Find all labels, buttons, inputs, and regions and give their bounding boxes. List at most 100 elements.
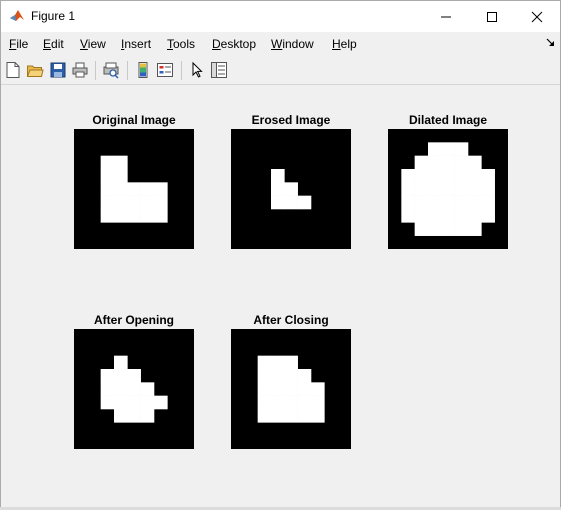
image-pixel [428,209,442,223]
new-figure-icon[interactable] [4,61,22,79]
image-pixel [140,209,155,223]
image-opening [74,329,194,449]
image-pixel [114,169,128,183]
save-icon[interactable] [49,61,67,79]
window-title: Figure 1 [31,9,76,23]
image-pixel [271,355,285,370]
image-pixel [468,195,482,210]
image-pixel [468,169,482,183]
dock-arrow-icon[interactable] [546,38,556,48]
menu-tools[interactable]: Tools [167,37,195,51]
image-pixel [468,209,482,223]
image-pixel [100,209,115,223]
image-pixel [454,155,469,170]
image-pixel [284,369,298,383]
subplot-after-closing[interactable] [231,329,351,449]
menu-desktop-label: esktop [220,37,257,51]
menu-bar: File Edit View Insert Tools Desktop Wind… [1,32,560,56]
menu-insert-label: nsert [124,37,152,51]
title-bar[interactable]: Figure 1 [1,1,560,32]
image-pixel [414,182,429,196]
image-pixel [414,195,429,210]
image-pixel [401,182,415,196]
image-pixel [271,182,285,196]
maximize-button[interactable] [469,1,515,32]
image-pixel [100,169,115,183]
legend-icon[interactable] [156,61,174,79]
image-pixel [414,169,429,183]
subplot-original-image[interactable] [74,129,194,249]
menu-insert[interactable]: Insert [121,37,151,51]
image-pixel [284,395,298,410]
image-pixel [481,195,495,210]
image-pixel [127,382,141,396]
subplot-dilated-image[interactable] [388,129,508,249]
image-pixel [114,155,128,170]
image-pixel [114,195,128,210]
open-file-icon[interactable] [26,61,44,79]
image-eroded [231,129,351,249]
image-pixel [401,209,415,223]
image-pixel [114,182,128,196]
image-pixel [284,409,298,423]
menu-edit[interactable]: Edit [43,37,64,51]
image-pixel [100,155,115,170]
image-pixel [297,195,312,210]
print-icon[interactable] [71,61,89,79]
image-pixel [127,195,141,210]
image-pixel [441,182,455,196]
image-pixel [297,409,312,423]
menu-help-label: elp [340,37,357,51]
image-pixel [154,395,168,410]
close-button[interactable] [514,1,560,32]
image-pixel [284,355,298,370]
image-pixel [441,195,455,210]
image-pixel [401,195,415,210]
image-pixel [100,395,115,410]
image-pixel [127,369,141,383]
image-pixel [271,369,285,383]
image-pixel [468,155,482,170]
image-pixel [454,169,469,183]
subplot-eroded-image[interactable] [231,129,351,249]
image-pixel [154,209,168,223]
image-pixel [481,169,495,183]
property-inspector-icon[interactable] [210,61,228,79]
image-pixel [271,382,285,396]
image-pixel [454,195,469,210]
image-pixel [311,382,325,396]
toolbar [1,57,560,85]
image-pixel [271,409,285,423]
menu-file[interactable]: File [9,37,28,51]
image-pixel [257,369,272,383]
image-pixel [100,182,115,196]
minimize-button[interactable] [423,1,469,32]
menu-window-accel: W [271,37,283,51]
menu-desktop[interactable]: Desktop [212,37,256,51]
subplot-after-opening[interactable] [74,329,194,449]
image-pixel [140,395,155,410]
image-pixel [284,382,298,396]
image-pixel [271,395,285,410]
image-pixel [154,195,168,210]
image-original [74,129,194,249]
close-icon [531,11,543,22]
image-pixel [441,209,455,223]
menu-view[interactable]: View [80,37,106,51]
menu-help[interactable]: Help [332,37,357,51]
image-pixel [414,209,429,223]
image-pixel [100,195,115,210]
menu-view-label: iew [87,37,106,51]
menu-file-label: ile [16,37,29,51]
menu-window[interactable]: Window [271,37,314,51]
image-pixel [454,182,469,196]
print-preview-icon[interactable] [102,61,120,79]
image-pixel [271,195,285,210]
colorbar-icon[interactable] [134,61,152,79]
image-pixel [297,395,312,410]
image-pixel [140,195,155,210]
matlab-logo-icon [10,10,24,21]
pointer-icon[interactable] [188,61,206,79]
image-pixel [257,355,272,370]
minimize-icon [441,16,451,17]
